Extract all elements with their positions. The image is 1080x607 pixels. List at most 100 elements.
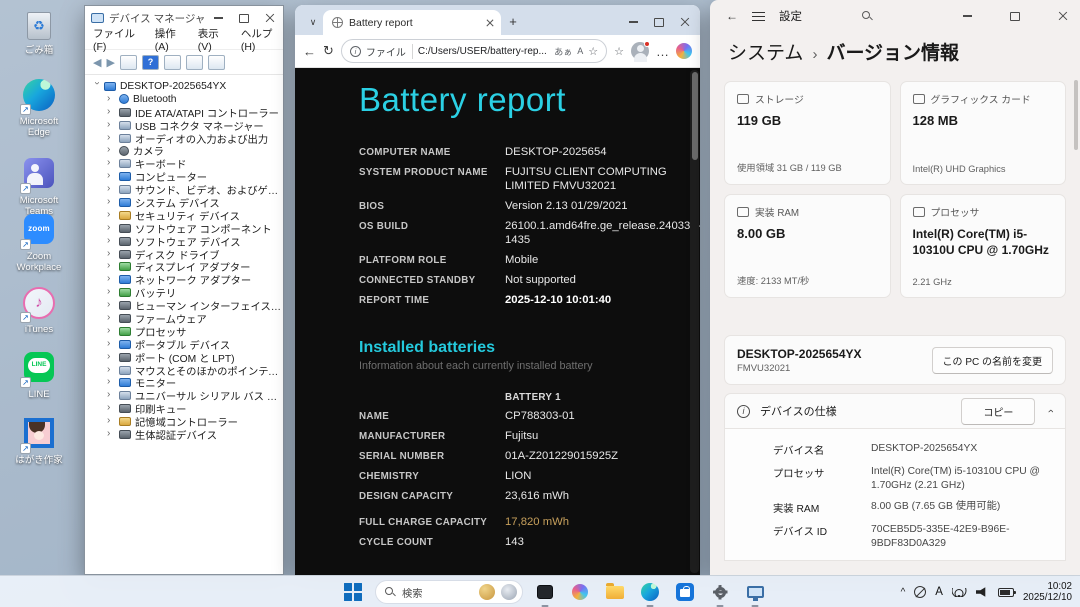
- tree-item-audio-io[interactable]: › オーディオの入力および出力: [85, 132, 283, 145]
- browser-tab[interactable]: Battery report: [323, 10, 501, 35]
- expand-chevron-icon[interactable]: ›: [107, 428, 117, 439]
- do-not-disturb-icon[interactable]: [914, 586, 927, 598]
- expand-chevron-icon[interactable]: ›: [107, 402, 117, 413]
- tree-item-portable-devices[interactable]: › ポータブル デバイス: [85, 338, 283, 351]
- tree-item-software-devices[interactable]: › ソフトウェア デバイス: [85, 235, 283, 248]
- expand-chevron-icon[interactable]: ›: [107, 132, 117, 143]
- tree-item-computer[interactable]: › コンピューター: [85, 170, 283, 183]
- tree-item-processors[interactable]: › プロセッサ: [85, 325, 283, 338]
- translate-icon[interactable]: あぁ: [554, 45, 572, 58]
- tree-item-usb-controllers[interactable]: ›ユニバーサル シリアル バス コントローラー: [85, 389, 283, 402]
- back-icon[interactable]: ←: [726, 9, 738, 23]
- menu-file[interactable]: ファイル(F): [93, 26, 144, 53]
- tree-item-camera[interactable]: › カメラ: [85, 144, 283, 157]
- taskbar-copilot[interactable]: [567, 579, 593, 605]
- more-menu-icon[interactable]: …: [656, 44, 669, 59]
- taskbar-settings[interactable]: [707, 579, 733, 607]
- tree-item-keyboard[interactable]: › キーボード: [85, 157, 283, 170]
- expand-chevron-icon[interactable]: ›: [107, 248, 117, 259]
- tree-item-network-adapters[interactable]: › ネットワーク アダプター: [85, 273, 283, 286]
- computer-icon[interactable]: [207, 54, 225, 70]
- back-icon[interactable]: ◀: [93, 56, 101, 69]
- copilot-icon[interactable]: [676, 43, 692, 59]
- settings-scrollbar[interactable]: [1074, 80, 1078, 150]
- tray-overflow-chevron[interactable]: ^: [901, 587, 906, 598]
- expand-chevron-icon[interactable]: ›: [107, 260, 117, 271]
- expand-chevron-icon[interactable]: ›: [107, 273, 117, 284]
- battery-icon[interactable]: [997, 587, 1016, 597]
- expand-chevron-icon[interactable]: ›: [107, 196, 117, 207]
- breadcrumb-system[interactable]: システム: [728, 43, 803, 64]
- properties-icon[interactable]: [163, 54, 181, 70]
- expand-chevron-icon[interactable]: ›: [107, 415, 117, 426]
- start-button[interactable]: [340, 579, 366, 605]
- desktop-icon-line[interactable]: ↗ LINE: [8, 350, 70, 400]
- rename-pc-button[interactable]: この PC の名前を変更: [931, 346, 1053, 374]
- desktop-icon-zoom[interactable]: zoom ↗ Zoom Workplace: [8, 212, 70, 273]
- maximize-button[interactable]: [646, 9, 672, 35]
- page-info-icon[interactable]: i: [349, 45, 361, 57]
- close-button[interactable]: [672, 9, 698, 35]
- favorite-star-icon[interactable]: ☆: [588, 45, 598, 58]
- expand-chevron-icon[interactable]: ›: [107, 376, 117, 387]
- back-icon[interactable]: ←: [303, 44, 316, 59]
- tree-item-display-adapters[interactable]: › ディスプレイ アダプター: [85, 260, 283, 273]
- search-icon[interactable]: [862, 10, 873, 22]
- expand-chevron-icon[interactable]: ›: [107, 222, 117, 233]
- taskbar-search[interactable]: 検索: [375, 580, 523, 604]
- menu-view[interactable]: 表示(V): [198, 26, 230, 53]
- device-specs-expander[interactable]: i デバイスの仕様 コピー ›: [724, 393, 1066, 429]
- forward-icon[interactable]: ▶: [106, 56, 114, 69]
- expand-chevron-icon[interactable]: ›: [107, 119, 117, 130]
- volume-icon[interactable]: [975, 587, 986, 597]
- tree-item-monitors[interactable]: › モニター: [85, 376, 283, 389]
- taskbar-store[interactable]: [672, 579, 698, 605]
- read-aloud-icon[interactable]: A: [577, 46, 583, 56]
- menu-action[interactable]: 操作(A): [155, 26, 187, 53]
- desktop-icon-recycle-bin[interactable]: ♻ ごみ箱: [8, 8, 70, 56]
- taskbar-edge[interactable]: [637, 579, 663, 607]
- list-view-icon[interactable]: [119, 54, 137, 70]
- expand-chevron-icon[interactable]: ›: [107, 364, 117, 375]
- expand-chevron-icon[interactable]: ›: [107, 93, 117, 104]
- ime-mode-indicator[interactable]: A: [935, 586, 943, 598]
- desktop-icon-teams[interactable]: ↗ Microsoft Teams: [8, 156, 70, 217]
- collapse-chevron-icon[interactable]: ›: [92, 81, 103, 91]
- maximize-button[interactable]: [998, 0, 1032, 32]
- tree-item-hid[interactable]: ›ヒューマン インターフェイス デバイス: [85, 299, 283, 312]
- tree-item-sound-video-game[interactable]: ›サウンド、ビデオ、およびゲーム コントローラー: [85, 183, 283, 196]
- help-icon[interactable]: ?: [141, 54, 159, 70]
- tree-item-biometric-devices[interactable]: › 生体認証デバイス: [85, 428, 283, 441]
- tree-item-security-devices[interactable]: › セキュリティ デバイス: [85, 209, 283, 222]
- scan-hardware-icon[interactable]: [185, 54, 203, 70]
- taskbar-clock[interactable]: 10:02 2025/12/10: [1023, 581, 1072, 604]
- tree-item-usb-connector-manager[interactable]: › USB コネクタ マネージャー: [85, 119, 283, 132]
- taskbar-file-explorer[interactable]: [602, 579, 628, 605]
- tree-item-storage-controllers[interactable]: › 記憶域コントローラー: [85, 415, 283, 428]
- expand-chevron-icon[interactable]: ›: [107, 209, 117, 220]
- expand-chevron-icon[interactable]: ›: [107, 157, 117, 168]
- tree-item-mice[interactable]: ›マウスとそのほかのポインティング デバイス: [85, 364, 283, 377]
- scrollbar-thumb[interactable]: [691, 72, 698, 160]
- close-button[interactable]: [1046, 0, 1080, 32]
- expand-chevron-icon[interactable]: ›: [107, 170, 117, 181]
- tree-item-software-components[interactable]: › ソフトウェア コンポーネント: [85, 222, 283, 235]
- tree-item-ports[interactable]: › ポート (COM と LPT): [85, 351, 283, 364]
- expand-chevron-icon[interactable]: ›: [107, 286, 117, 297]
- minimize-button[interactable]: [620, 9, 646, 35]
- expand-chevron-icon[interactable]: ›: [107, 235, 117, 246]
- expand-chevron-icon[interactable]: ›: [107, 338, 117, 349]
- hamburger-menu-icon[interactable]: [752, 11, 765, 21]
- tab-close-icon[interactable]: [485, 18, 495, 28]
- profile-avatar[interactable]: [631, 41, 650, 62]
- chevron-up-icon[interactable]: ›: [1045, 409, 1057, 413]
- tree-root-computer[interactable]: › DESKTOP-2025654YX: [85, 80, 283, 93]
- expand-chevron-icon[interactable]: ›: [107, 144, 117, 155]
- tab-search-icon[interactable]: ∨: [303, 9, 323, 35]
- favorites-list-icon[interactable]: ☆: [614, 45, 624, 58]
- tree-item-firmware[interactable]: › ファームウェア: [85, 312, 283, 325]
- taskbar-device-manager[interactable]: [742, 579, 768, 607]
- page-scrollbar[interactable]: [690, 70, 699, 573]
- desktop-icon-itunes[interactable]: ♪ ↗ iTunes: [8, 286, 70, 335]
- menu-help[interactable]: ヘルプ(H): [241, 26, 283, 53]
